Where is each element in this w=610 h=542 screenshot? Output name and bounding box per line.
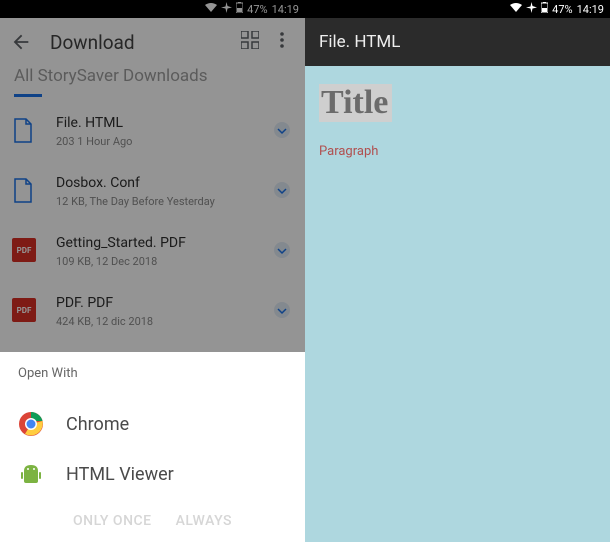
viewer-title: File. HTML bbox=[319, 32, 400, 52]
battery-icon bbox=[236, 2, 243, 16]
wifi-icon bbox=[205, 3, 217, 16]
document-heading: Title bbox=[319, 84, 392, 122]
file-name: File. HTML bbox=[56, 115, 273, 131]
clock-text: 14:19 bbox=[577, 3, 604, 16]
battery-text: 47% bbox=[552, 3, 572, 16]
file-row[interactable]: Dosbox. Conf 12 KB, The Day Before Yeste… bbox=[0, 161, 305, 221]
airplane-icon bbox=[526, 2, 537, 16]
airplane-icon bbox=[221, 2, 232, 16]
sheet-option-chrome[interactable]: Chrome bbox=[0, 399, 305, 449]
wifi-icon bbox=[510, 3, 522, 16]
viewer-title-bar: File. HTML bbox=[305, 18, 610, 66]
file-meta: 424 KB, 12 dic 2018 bbox=[56, 315, 273, 328]
document-paragraph: Paragraph bbox=[319, 144, 378, 159]
file-row[interactable]: File. HTML 203 1 Hour Ago bbox=[0, 101, 305, 161]
file-row[interactable]: PDF Getting_Started. PDF 109 KB, 12 Dec … bbox=[0, 221, 305, 281]
battery-text: 47% bbox=[247, 3, 267, 16]
file-name: Getting_Started. PDF bbox=[56, 235, 273, 251]
tab-indicator bbox=[14, 94, 42, 97]
document-icon bbox=[12, 178, 38, 204]
app-title: Download bbox=[50, 31, 231, 54]
file-meta: 109 KB, 12 Dec 2018 bbox=[56, 255, 273, 268]
clock-text: 14:19 bbox=[272, 3, 299, 16]
open-with-sheet: Open With Chrome bbox=[0, 352, 305, 542]
status-bar: 47% 14:19 bbox=[305, 0, 610, 18]
sheet-option-label: Chrome bbox=[66, 414, 129, 435]
document-icon bbox=[12, 118, 38, 144]
app-bar: Download bbox=[0, 18, 305, 66]
pdf-icon: PDF bbox=[12, 238, 38, 264]
phone-right: 47% 14:19 File. HTML Title Paragraph bbox=[305, 0, 610, 542]
svg-text:PDF: PDF bbox=[17, 246, 32, 255]
more-icon[interactable] bbox=[273, 31, 295, 53]
file-meta: 12 KB, The Day Before Yesterday bbox=[56, 195, 273, 208]
sheet-option-label: HTML Viewer bbox=[66, 464, 174, 485]
chevron-down-icon[interactable] bbox=[273, 181, 293, 201]
file-row[interactable]: PDF PDF. PDF 424 KB, 12 dic 2018 bbox=[0, 281, 305, 341]
phone-left: 47% 14:19 Download All StorySaver Downlo… bbox=[0, 0, 305, 542]
file-name: Dosbox. Conf bbox=[56, 175, 273, 191]
grid-view-icon[interactable] bbox=[241, 31, 263, 53]
chrome-icon bbox=[18, 411, 44, 437]
battery-icon bbox=[541, 2, 548, 16]
file-meta: 203 1 Hour Ago bbox=[56, 135, 273, 148]
file-name: PDF. PDF bbox=[56, 295, 273, 311]
only-once-button[interactable]: ONLY ONCE bbox=[73, 513, 152, 529]
android-icon bbox=[18, 461, 44, 487]
chevron-down-icon[interactable] bbox=[273, 121, 293, 141]
chevron-down-icon[interactable] bbox=[273, 241, 293, 261]
document-body: Title Paragraph bbox=[305, 66, 610, 177]
always-button[interactable]: ALWAYS bbox=[176, 513, 232, 529]
chevron-down-icon[interactable] bbox=[273, 301, 293, 321]
svg-text:PDF: PDF bbox=[17, 306, 32, 315]
back-icon[interactable] bbox=[10, 31, 32, 53]
pdf-icon: PDF bbox=[12, 298, 38, 324]
sheet-option-html-viewer[interactable]: HTML Viewer bbox=[0, 449, 305, 499]
status-bar: 47% 14:19 bbox=[0, 0, 305, 18]
file-list: File. HTML 203 1 Hour Ago Dosbox. Conf 1… bbox=[0, 101, 305, 341]
section-label: All StorySaver Downloads bbox=[0, 66, 305, 94]
sheet-title: Open With bbox=[0, 366, 305, 399]
